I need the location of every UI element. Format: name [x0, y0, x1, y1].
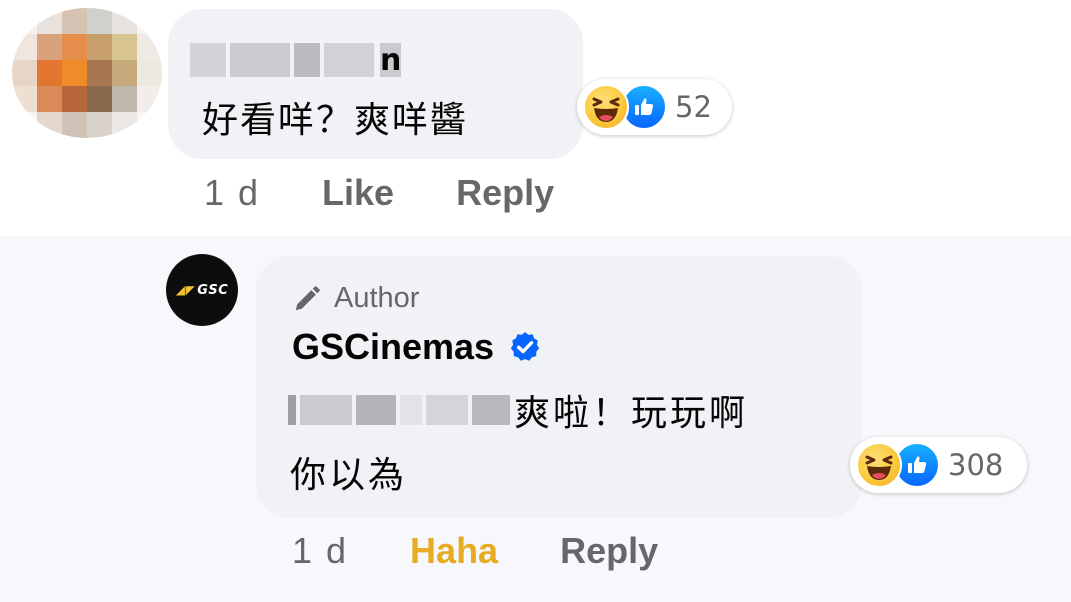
- mentioned-user[interactable]: [288, 395, 510, 425]
- gsc-avatar[interactable]: ◢◤ GSC: [166, 254, 238, 326]
- author-badge-label: Author: [334, 282, 420, 314]
- commenter-name[interactable]: n: [190, 42, 402, 78]
- gsc-logo: ◢◤ GSC: [175, 282, 229, 298]
- author-badge: Author: [292, 282, 419, 315]
- reply-reactions[interactable]: 308: [850, 437, 1027, 493]
- like-button[interactable]: Like: [322, 172, 394, 214]
- comment-text: 好看咩？爽咩醬: [202, 100, 469, 141]
- commenter-name-tail: n: [380, 43, 402, 78]
- reply-actions: 1 d Haha Reply: [292, 530, 658, 572]
- page-name-text: GSCinemas: [292, 326, 495, 367]
- pencil-icon: [295, 285, 320, 310]
- page-name[interactable]: GSCinemas: [292, 326, 542, 368]
- reply-bubble: Author GSCinemas 爽啦！玩玩啊 你以為: [256, 256, 862, 518]
- reply-text-line2: 你以為: [290, 455, 408, 496]
- reaction-count: 52: [675, 90, 712, 124]
- reaction-count: 308: [948, 448, 1004, 482]
- reply-button[interactable]: Reply: [456, 172, 554, 214]
- reply-text-line1: 爽啦！玩玩啊: [288, 384, 748, 436]
- haha-reaction-icon: [856, 442, 902, 488]
- comment-reactions[interactable]: 52: [577, 79, 732, 135]
- haha-reaction-icon: [583, 84, 629, 130]
- comment-actions: 1 d Like Reply: [204, 172, 554, 214]
- comment-timestamp[interactable]: 1 d: [204, 172, 260, 214]
- gsc-logo-mark: ◢◤: [175, 283, 196, 297]
- verified-badge-icon: [510, 332, 540, 361]
- reply-button[interactable]: Reply: [560, 530, 658, 572]
- reply-timestamp[interactable]: 1 d: [292, 530, 348, 572]
- comment-bubble: n 好看咩？爽咩醬: [168, 9, 583, 159]
- haha-reacted-button[interactable]: Haha: [410, 530, 498, 572]
- commenter-avatar[interactable]: [12, 8, 162, 138]
